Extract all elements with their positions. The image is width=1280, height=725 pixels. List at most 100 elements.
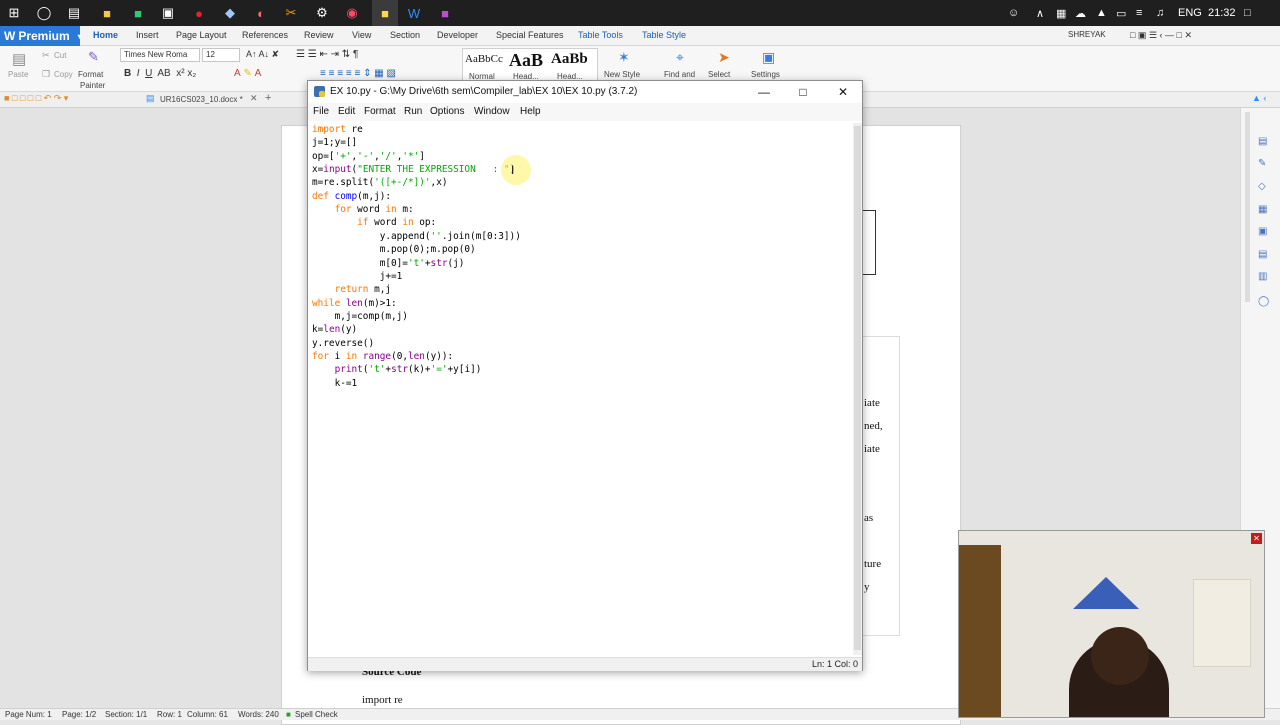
paste-label[interactable]: Paste bbox=[8, 70, 28, 79]
menu-file[interactable]: File bbox=[313, 106, 329, 117]
cortana-search-icon[interactable]: ◯ bbox=[34, 3, 54, 23]
tab-insert[interactable]: Insert bbox=[136, 30, 159, 40]
status-spell-check[interactable]: Spell Check bbox=[295, 710, 338, 719]
close-webcam-icon[interactable]: ✕ bbox=[1251, 533, 1262, 544]
code-line[interactable]: k=len(y) bbox=[312, 323, 357, 336]
snipping-tool-icon[interactable]: ✂ bbox=[281, 3, 301, 23]
menu-help[interactable]: Help bbox=[520, 106, 541, 117]
code-line[interactable]: x=input("ENTER THE EXPRESSION : ") bbox=[312, 163, 515, 176]
ribbon-window-controls[interactable]: □ ▣ ☰ ‹ — □ ✕ bbox=[1130, 30, 1192, 41]
code-line[interactable]: j=1;y=[] bbox=[312, 136, 357, 149]
code-line[interactable]: y.reverse() bbox=[312, 337, 374, 350]
new-style-label[interactable]: New Style bbox=[604, 70, 640, 79]
windows-start-icon[interactable]: ⊞ bbox=[4, 3, 24, 23]
task-view-icon[interactable]: ▤ bbox=[64, 3, 84, 23]
clock[interactable]: 21:32 bbox=[1208, 0, 1236, 26]
volume-icon[interactable]: ♫ bbox=[1156, 0, 1164, 26]
tab-special-features[interactable]: Special Features bbox=[496, 30, 564, 40]
network-tray-icon[interactable]: ▦ bbox=[1056, 0, 1066, 26]
close-tab-icon[interactable]: ✕ bbox=[250, 93, 258, 104]
font-color-icon[interactable]: A ✎ A bbox=[234, 68, 261, 79]
idle-title-bar[interactable]: EX 10.py - G:\My Drive\6th sem\Compiler_… bbox=[308, 81, 862, 103]
python-idle-taskbar-icon[interactable]: ■ bbox=[372, 0, 398, 26]
code-line[interactable]: op=['+','-','/','*'] bbox=[312, 150, 425, 163]
align-icons[interactable]: ≡ ≡ ≡ ≡ ≡ ⇕ ▦ ▧ bbox=[320, 68, 396, 79]
code-line[interactable]: m,j=comp(m,j) bbox=[312, 310, 408, 323]
text-format-icons[interactable]: B I U AB x² x₂ bbox=[124, 68, 196, 79]
paint-app-icon[interactable]: ◐ bbox=[251, 3, 271, 23]
find-replace-icon[interactable]: ⌖ bbox=[676, 49, 684, 66]
settings-gear-icon[interactable]: ⚙ bbox=[312, 3, 332, 23]
format-painter-label-2[interactable]: Painter bbox=[80, 81, 105, 90]
select-cursor-icon[interactable]: ➤ bbox=[718, 49, 730, 66]
quick-access-icons[interactable]: ■ □ □ □ □ ↶ ↷ ▾ bbox=[4, 93, 68, 104]
list-icons[interactable]: ☰ ☰ ⇤ ⇥ ⇅ ¶ bbox=[296, 49, 358, 60]
new-style-icon[interactable]: ✶ bbox=[618, 49, 630, 66]
paste-icon[interactable]: ▤ bbox=[12, 50, 26, 68]
code-editor[interactable]: import re j=1;y=[] op=['+','-','/','*'] x=i… bbox=[310, 123, 850, 655]
photos-app-icon[interactable]: ▣ bbox=[158, 3, 178, 23]
tab-page-layout[interactable]: Page Layout bbox=[176, 30, 227, 40]
new-tab-icon[interactable]: + bbox=[265, 92, 271, 104]
cloud-sync-icon[interactable]: ▲ ‹ bbox=[1252, 93, 1266, 103]
recorder-app-icon[interactable]: ◉ bbox=[342, 3, 362, 23]
find-replace-label[interactable]: Find and bbox=[664, 70, 695, 79]
spreadsheet-app-icon[interactable]: ■ bbox=[128, 3, 148, 23]
tab-home[interactable]: Home bbox=[93, 30, 118, 40]
tray-chevron-icon[interactable]: ∧ bbox=[1036, 0, 1044, 26]
language-indicator[interactable]: ENG bbox=[1178, 0, 1202, 26]
code-line[interactable]: y.append(''.join(m[0:3])) bbox=[312, 230, 521, 243]
battery-icon[interactable]: ▭ bbox=[1116, 0, 1126, 26]
file-explorer-icon[interactable]: ■ bbox=[97, 3, 117, 23]
copy-label[interactable]: Copy bbox=[54, 70, 73, 79]
code-line[interactable]: import re bbox=[312, 123, 363, 136]
people-icon[interactable]: ☺ bbox=[1008, 0, 1019, 26]
tab-table-style[interactable]: Table Style bbox=[642, 30, 686, 40]
font-family-select[interactable]: Times New Roma bbox=[120, 48, 200, 62]
code-line[interactable]: j+=1 bbox=[312, 270, 403, 283]
document-tab-label[interactable]: UR16CS023_10.docx * bbox=[160, 95, 243, 104]
menu-window[interactable]: Window bbox=[474, 106, 510, 117]
code-line[interactable]: m[0]='t'+str(j) bbox=[312, 257, 465, 270]
security-icon[interactable]: ▲ bbox=[1096, 0, 1107, 26]
sidebar-table-icon[interactable]: ▤ bbox=[1258, 249, 1267, 260]
tab-references[interactable]: References bbox=[242, 30, 288, 40]
wps-writer-taskbar-icon[interactable]: W bbox=[404, 3, 424, 23]
close-icon[interactable]: ✕ bbox=[823, 81, 863, 103]
sidebar-review-icon[interactable]: ▣ bbox=[1258, 226, 1267, 237]
code-line[interactable]: for word in m: bbox=[312, 203, 414, 216]
code-line[interactable]: def comp(m,j): bbox=[312, 190, 391, 203]
sidebar-doc-icon[interactable]: ▤ bbox=[1258, 136, 1267, 147]
minimize-icon[interactable]: — bbox=[744, 81, 784, 103]
code-line[interactable]: print('t'+str(k)+'='+y[i]) bbox=[312, 363, 482, 376]
font-size-select[interactable]: 12 bbox=[202, 48, 240, 62]
grow-font-icon[interactable]: A↑ A↓ ✘ bbox=[246, 49, 279, 60]
tab-section[interactable]: Section bbox=[390, 30, 420, 40]
menu-options[interactable]: Options bbox=[430, 106, 464, 117]
editor-scrollbar[interactable] bbox=[853, 123, 862, 655]
cut-icon[interactable]: ✂ bbox=[42, 50, 50, 61]
copy-icon[interactable]: ❐ bbox=[42, 69, 50, 80]
page-scrollbar[interactable] bbox=[1245, 112, 1250, 302]
tab-view[interactable]: View bbox=[352, 30, 371, 40]
opera-browser-icon[interactable]: ● bbox=[189, 3, 209, 23]
code-line[interactable]: while len(m)>1: bbox=[312, 297, 397, 310]
wifi-icon[interactable]: ≡ bbox=[1136, 0, 1142, 26]
cut-label[interactable]: Cut bbox=[54, 51, 66, 60]
box-app-icon[interactable]: ◆ bbox=[220, 3, 240, 23]
code-line[interactable]: m=re.split('([+-/*])',x) bbox=[312, 176, 447, 189]
tab-table-tools[interactable]: Table Tools bbox=[578, 30, 623, 40]
format-painter-label-1[interactable]: Format bbox=[78, 70, 103, 79]
select-label[interactable]: Select bbox=[708, 70, 730, 79]
code-line[interactable]: k-=1 bbox=[312, 377, 358, 390]
sidebar-help-icon[interactable]: ◯ bbox=[1258, 296, 1269, 307]
maximize-icon[interactable]: □ bbox=[783, 81, 823, 103]
menu-edit[interactable]: Edit bbox=[338, 106, 355, 117]
code-line[interactable]: for i in range(0,len(y)): bbox=[312, 350, 453, 363]
sidebar-layout-icon[interactable]: ▦ bbox=[1258, 204, 1267, 215]
settings-label[interactable]: Settings bbox=[751, 70, 780, 79]
tab-developer[interactable]: Developer bbox=[437, 30, 478, 40]
settings-icon[interactable]: ▣ bbox=[762, 49, 775, 66]
code-line[interactable]: if word in op: bbox=[312, 216, 436, 229]
sidebar-backup-icon[interactable]: ▥ bbox=[1258, 271, 1267, 282]
